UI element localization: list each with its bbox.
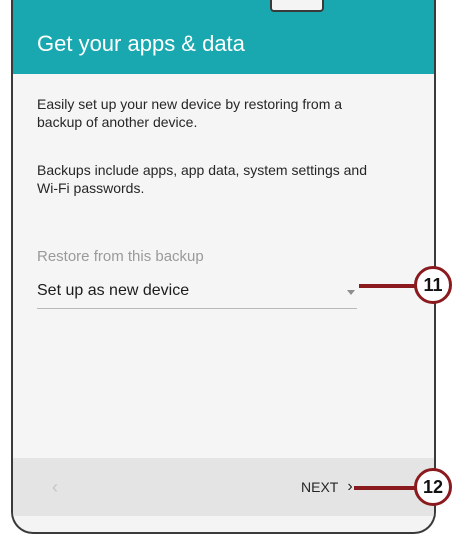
callout-12-number: 12 [422, 476, 444, 497]
dropdown-arrow-icon [347, 290, 355, 295]
callout-line-12 [354, 486, 418, 490]
restore-dropdown[interactable]: Set up as new device [37, 278, 357, 309]
phone-screen: Get your apps & data Easily set up your … [11, 0, 436, 534]
callout-line-11 [359, 284, 418, 288]
intro-text: Easily set up your new device by restori… [37, 96, 343, 130]
next-label: NEXT [301, 479, 339, 495]
chevron-left-icon: ‹ [52, 477, 58, 497]
callout-12: 12 [414, 468, 452, 506]
app-header: Get your apps & data [13, 0, 434, 74]
content-area: Easily set up your new device by restori… [13, 74, 434, 458]
backup-info-text: Backups include apps, app data, system s… [37, 162, 367, 196]
page-title: Get your apps & data [37, 31, 245, 56]
next-button[interactable]: NEXT › [301, 472, 353, 502]
back-button[interactable]: ‹ [43, 474, 67, 500]
callout-11: 11 [414, 266, 452, 304]
callout-11-number: 11 [423, 274, 443, 295]
restore-label: Restore from this backup [37, 248, 204, 265]
chevron-right-icon: › [347, 478, 353, 495]
restore-selected-value: Set up as new device [37, 282, 190, 299]
screenshot-stage: Get your apps & data Easily set up your … [0, 0, 473, 534]
phone-speaker-notch [270, 0, 324, 12]
